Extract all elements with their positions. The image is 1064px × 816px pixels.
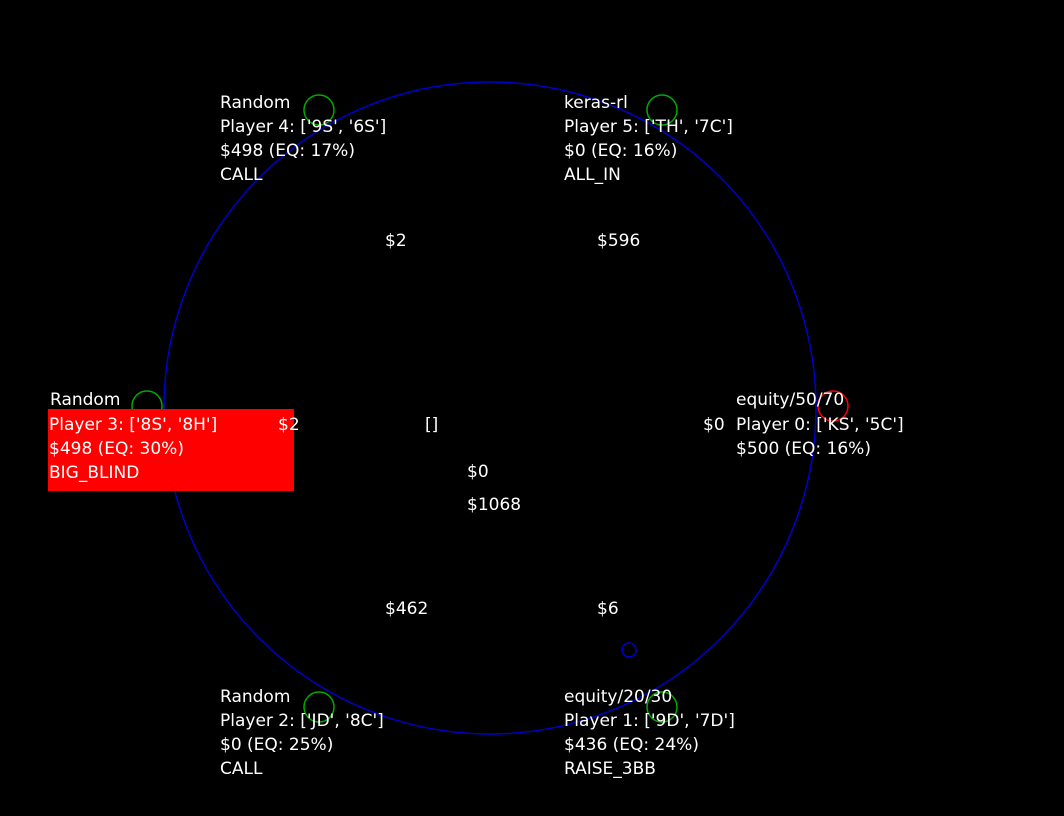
player-4-cards: Player 4: ['9S', '6S'] <box>220 117 387 137</box>
player-1-agent: equity/20/30 <box>564 687 673 707</box>
player-5-stack: $0 (EQ: 16%) <box>564 141 678 161</box>
player-1-stack: $436 (EQ: 24%) <box>564 735 699 755</box>
player-3-action: BIG_BLIND <box>49 463 140 483</box>
player-5-bet: $596 <box>597 231 641 251</box>
player-5-panel: keras-rl Player 5: ['TH', '7C'] $0 (EQ: … <box>564 91 733 187</box>
player-3-panel: Player 3: ['8S', '8H'] $498 (EQ: 30%) BI… <box>49 413 217 485</box>
player-0-panel: Player 0: ['KS', '5C'] $500 (EQ: 16%) <box>736 413 904 461</box>
player-5-cards: Player 5: ['TH', '7C'] <box>564 117 733 137</box>
player-4-stack: $498 (EQ: 17%) <box>220 141 355 161</box>
player-3-agent: Random <box>50 390 121 410</box>
player-4-bet: $2 <box>385 231 407 251</box>
total-pot: $1068 <box>467 495 522 515</box>
current-round-pot: $0 <box>467 462 489 482</box>
player-0-stack: $500 (EQ: 16%) <box>736 439 871 459</box>
player-5-agent: keras-rl <box>564 93 628 113</box>
player-4-action: CALL <box>220 165 263 185</box>
player-0-bet: $0 <box>703 415 725 435</box>
poker-table <box>131 81 849 735</box>
player-1-panel: equity/20/30 Player 1: ['9D', '7D'] $436… <box>564 685 735 781</box>
player-1-bet: $6 <box>597 599 619 619</box>
player-3-stack: $498 (EQ: 30%) <box>49 439 184 459</box>
player-3-cards: Player 3: ['8S', '8H'] <box>49 415 218 435</box>
community-cards: [] <box>425 415 439 435</box>
dealer-button-marker <box>621 642 637 658</box>
player-2-panel: Random Player 2: ['JD', '8C'] $0 (EQ: 25… <box>220 685 384 781</box>
player-2-cards: Player 2: ['JD', '8C'] <box>220 711 384 731</box>
player-3-bet: $2 <box>278 415 300 435</box>
player-0-agent: equity/50/70 <box>736 390 845 410</box>
player-4-panel: Random Player 4: ['9S', '6S'] $498 (EQ: … <box>220 91 386 187</box>
player-2-stack: $0 (EQ: 25%) <box>220 735 334 755</box>
player-2-bet: $462 <box>385 599 429 619</box>
player-5-action: ALL_IN <box>564 165 621 185</box>
player-2-agent: Random <box>220 687 291 707</box>
player-4-agent: Random <box>220 93 291 113</box>
player-2-action: CALL <box>220 759 263 779</box>
player-0-cards: Player 0: ['KS', '5C'] <box>736 415 904 435</box>
player-1-action: RAISE_3BB <box>564 759 656 779</box>
player-1-cards: Player 1: ['9D', '7D'] <box>564 711 735 731</box>
